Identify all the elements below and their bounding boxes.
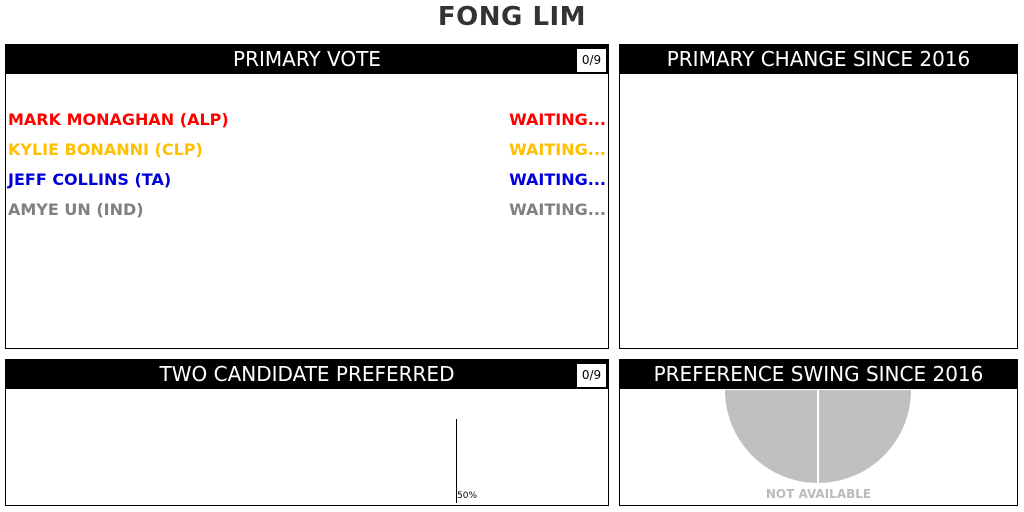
primary-change-panel: PRIMARY CHANGE SINCE 2016 [619, 44, 1018, 349]
preference-swing-header: PREFERENCE SWING SINCE 2016 [620, 360, 1017, 389]
candidate-status: WAITING... [509, 170, 606, 189]
electorate-title: FONG LIM [437, 2, 587, 32]
candidate-name: KYLIE BONANNI (CLP) [8, 140, 203, 159]
preference-swing-panel: PREFERENCE SWING SINCE 2016 NOT AVAILABL… [619, 359, 1018, 506]
candidate-row: AMYE UN (IND) WAITING... [8, 199, 606, 221]
fifty-percent-label: 50% [457, 491, 478, 501]
primary-change-header: PRIMARY CHANGE SINCE 2016 [620, 45, 1017, 74]
candidate-name: JEFF COLLINS (TA) [8, 170, 172, 189]
primary-vote-counter: 0/9 [577, 49, 606, 72]
preference-swing-title: PREFERENCE SWING SINCE 2016 [653, 362, 984, 386]
two-candidate-header: TWO CANDIDATE PREFERRED [6, 360, 608, 389]
not-available-label: NOT AVAILABLE [765, 487, 872, 501]
candidate-row: JEFF COLLINS (TA) WAITING... [8, 169, 606, 191]
two-candidate-title: TWO CANDIDATE PREFERRED [159, 362, 455, 386]
primary-vote-panel: PRIMARY VOTE 0/9 MARK MONAGHAN (ALP) WAI… [5, 44, 609, 349]
two-candidate-panel: TWO CANDIDATE PREFERRED 0/9 50% [5, 359, 609, 506]
primary-vote-header: PRIMARY VOTE [6, 45, 608, 74]
primary-change-title: PRIMARY CHANGE SINCE 2016 [666, 47, 971, 71]
candidate-status: WAITING... [509, 200, 606, 219]
candidate-name: MARK MONAGHAN (ALP) [8, 110, 229, 129]
candidate-status: WAITING... [509, 140, 606, 159]
two-candidate-counter: 0/9 [577, 364, 606, 387]
candidate-row: MARK MONAGHAN (ALP) WAITING... [8, 109, 606, 131]
primary-vote-title: PRIMARY VOTE [233, 47, 381, 71]
candidate-name: AMYE UN (IND) [8, 200, 144, 219]
candidate-row: KYLIE BONANNI (CLP) WAITING... [8, 139, 606, 161]
candidate-status: WAITING... [509, 110, 606, 129]
